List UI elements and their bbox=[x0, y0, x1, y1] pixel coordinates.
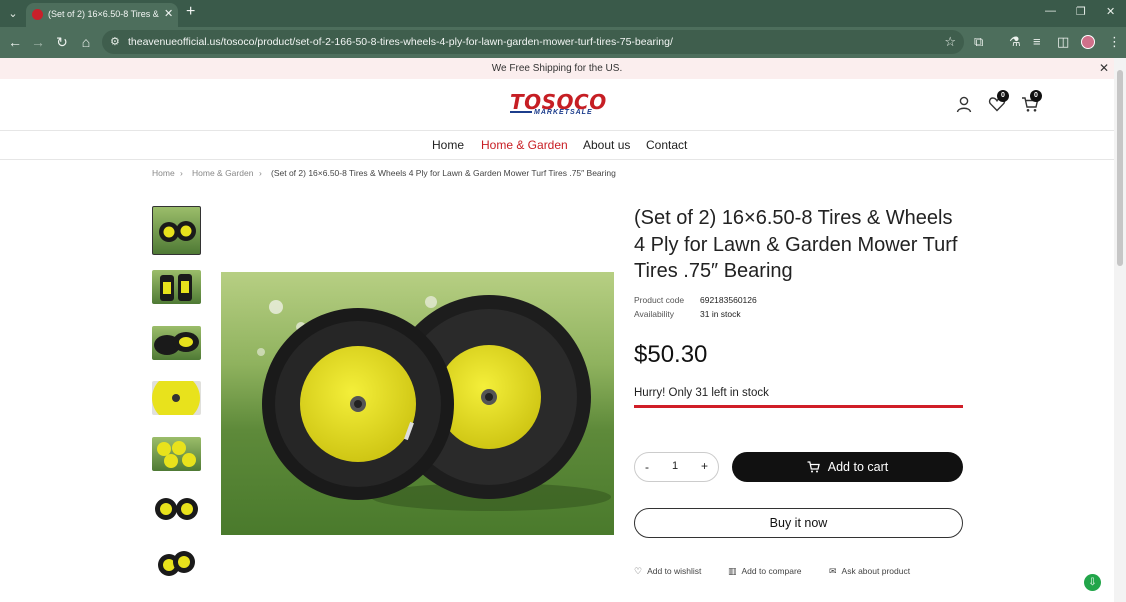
product-code-label: Product code bbox=[634, 295, 685, 305]
stock-progress-bar bbox=[634, 405, 963, 408]
window-close-icon[interactable]: ✕ bbox=[1106, 5, 1115, 18]
tab-close-icon[interactable]: ✕ bbox=[164, 7, 173, 20]
url-text[interactable]: theavenueofficial.us/tosoco/product/set-… bbox=[128, 36, 673, 48]
bookmark-star-icon[interactable]: ☆ bbox=[944, 34, 956, 50]
add-to-compare-link[interactable]: ▥ Add to compare bbox=[728, 566, 802, 577]
product-thumbnail[interactable] bbox=[152, 206, 201, 255]
availability-label: Availability bbox=[634, 309, 675, 319]
profile-avatar[interactable] bbox=[1081, 35, 1095, 49]
browser-tab[interactable]: (Set of 2) 16×6.50-8 Tires & Wh ✕ bbox=[26, 3, 178, 27]
product-thumbnail[interactable] bbox=[152, 326, 201, 360]
heart-icon: ♡ bbox=[634, 566, 643, 576]
cart-button-icon bbox=[807, 454, 820, 484]
site-logo[interactable]: TOSOCO MARKETSALE bbox=[510, 92, 606, 120]
extensions-icon[interactable]: ⧉ bbox=[974, 34, 983, 50]
stock-progress-fill bbox=[634, 405, 963, 408]
tab-title: (Set of 2) 16×6.50-8 Tires & Wh bbox=[48, 9, 160, 19]
nav-home[interactable]: Home bbox=[432, 138, 464, 152]
new-tab-icon[interactable]: + bbox=[186, 3, 195, 21]
breadcrumb-separator-icon: › bbox=[180, 168, 183, 178]
site-info-icon[interactable]: ⚙ bbox=[110, 35, 120, 48]
product-code-value: 692183560126 bbox=[700, 295, 757, 305]
stock-urgency-text: Hurry! Only 31 left in stock bbox=[634, 387, 769, 399]
quantity-input[interactable]: 1 bbox=[672, 460, 678, 472]
ask-about-product-link[interactable]: ✉ Ask about product bbox=[829, 566, 910, 577]
nav-home-garden[interactable]: Home & Garden bbox=[481, 138, 568, 152]
labs-icon[interactable]: ⚗ bbox=[1009, 34, 1021, 50]
sidepanel-icon[interactable]: ◫ bbox=[1057, 34, 1069, 50]
media-icon[interactable]: ≡ bbox=[1033, 34, 1041, 49]
address-bar[interactable]: ⚙ theavenueofficial.us/tosoco/product/se… bbox=[102, 30, 964, 54]
product-thumbnail[interactable] bbox=[152, 270, 201, 304]
logo-underline bbox=[510, 111, 532, 113]
quantity-increase-button[interactable]: + bbox=[701, 459, 708, 473]
mail-icon: ✉ bbox=[829, 566, 837, 576]
cart-count-badge: 0 bbox=[1030, 90, 1042, 102]
add-to-cart-button[interactable]: Add to cart bbox=[732, 452, 963, 482]
quantity-stepper[interactable]: - 1 + bbox=[634, 452, 719, 482]
buy-now-button[interactable]: Buy it now bbox=[634, 508, 963, 538]
wishlist-count-badge: 0 bbox=[997, 90, 1009, 102]
browser-toolbar: ← → ↻ ⌂ ⚙ theavenueofficial.us/tosoco/pr… bbox=[0, 27, 1126, 58]
breadcrumb-separator-icon: › bbox=[259, 168, 262, 178]
menu-icon[interactable]: ⋮ bbox=[1108, 34, 1121, 50]
forward-icon[interactable]: → bbox=[30, 34, 46, 50]
add-to-cart-label: Add to cart bbox=[827, 460, 889, 474]
quantity-decrease-button[interactable]: - bbox=[645, 460, 649, 474]
tab-search-icon[interactable]: ⌄ bbox=[4, 5, 22, 23]
product-thumbnail[interactable] bbox=[152, 381, 201, 415]
ask-about-product-label: Ask about product bbox=[841, 566, 911, 576]
nav-about-us[interactable]: About us bbox=[583, 138, 630, 152]
favicon-icon bbox=[32, 9, 43, 20]
home-icon[interactable]: ⌂ bbox=[78, 34, 94, 50]
nav-divider bbox=[0, 130, 1114, 131]
scrollbar-thumb[interactable] bbox=[1117, 70, 1123, 266]
compare-icon: ▥ bbox=[728, 566, 737, 576]
add-to-wishlist-link[interactable]: ♡ Add to wishlist bbox=[634, 566, 701, 577]
main-product-image[interactable] bbox=[221, 272, 614, 535]
add-to-compare-label: Add to compare bbox=[741, 566, 802, 576]
product-thumbnail[interactable] bbox=[152, 546, 201, 580]
reload-icon[interactable]: ↻ bbox=[54, 34, 70, 50]
product-title: (Set of 2) 16×6.50-8 Tires & Wheels 4 Pl… bbox=[634, 207, 958, 282]
breadcrumb-category[interactable]: Home & Garden bbox=[192, 168, 253, 178]
announcement-bar: We Free Shipping for the US. ✕ bbox=[0, 58, 1114, 79]
product-price: $50.30 bbox=[634, 341, 708, 368]
back-icon[interactable]: ← bbox=[7, 34, 23, 50]
breadcrumb-current: (Set of 2) 16×6.50-8 Tires & Wheels 4 Pl… bbox=[271, 168, 616, 178]
minimize-icon[interactable]: — bbox=[1045, 5, 1056, 17]
breadcrumb-home[interactable]: Home bbox=[152, 168, 175, 178]
account-icon[interactable] bbox=[955, 95, 973, 113]
add-to-wishlist-label: Add to wishlist bbox=[647, 566, 702, 576]
logo-sub-text: MARKETSALE bbox=[534, 109, 593, 116]
product-thumbnail[interactable] bbox=[152, 437, 201, 471]
announcement-close-icon[interactable]: ✕ bbox=[1099, 58, 1109, 79]
page-scrollbar[interactable] bbox=[1114, 58, 1126, 602]
nav-contact[interactable]: Contact bbox=[646, 138, 687, 152]
restore-icon[interactable]: ❐ bbox=[1076, 5, 1086, 18]
availability-value: 31 in stock bbox=[700, 309, 741, 319]
product-thumbnail[interactable] bbox=[152, 492, 201, 526]
browser-tab-bar: ⌄ (Set of 2) 16×6.50-8 Tires & Wh ✕ + — … bbox=[0, 0, 1126, 27]
floating-shop-icon[interactable]: ⇩ bbox=[1084, 574, 1101, 591]
announcement-text: We Free Shipping for the US. bbox=[491, 63, 623, 74]
nav-divider-bottom bbox=[0, 159, 1114, 160]
